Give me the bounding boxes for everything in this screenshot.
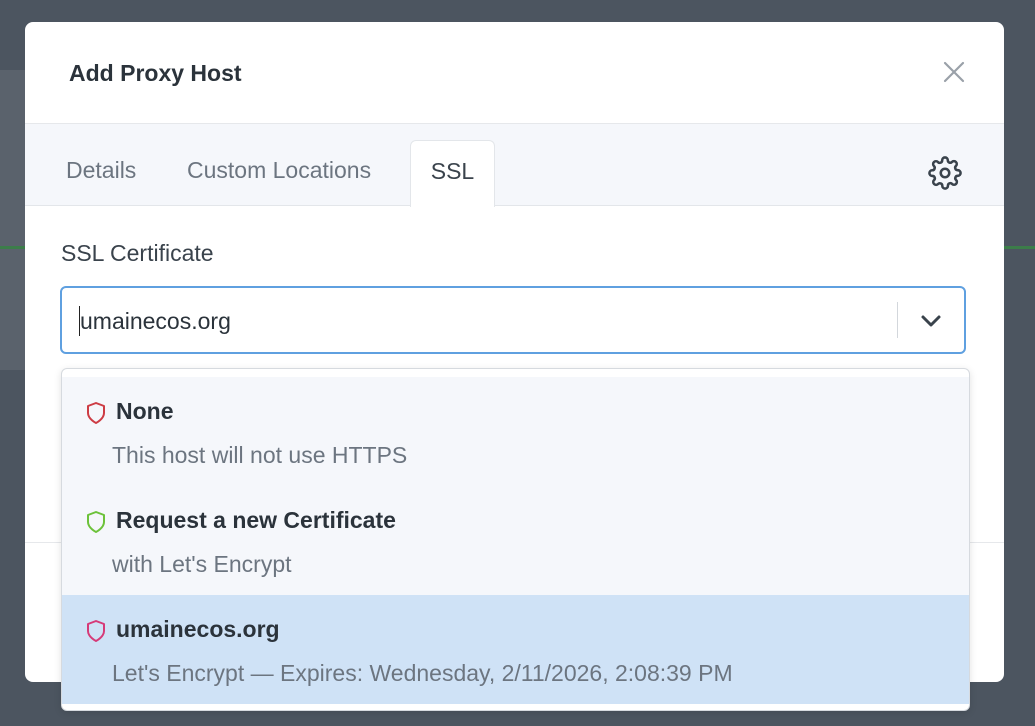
ssl-certificate-label: SSL Certificate xyxy=(61,240,214,266)
ssl-certificate-value[interactable]: umainecos.org xyxy=(80,308,231,335)
close-button[interactable] xyxy=(940,58,968,86)
gear-icon xyxy=(928,156,962,190)
dropdown-toggle[interactable] xyxy=(918,308,944,334)
advanced-settings-button[interactable] xyxy=(928,156,962,190)
option-none[interactable]: None This host will not use HTTPS xyxy=(62,377,969,486)
ssl-certificate-dropdown: None This host will not use HTTPS Reques… xyxy=(61,368,970,711)
option-title: None xyxy=(116,398,174,424)
close-icon xyxy=(943,61,965,83)
ssl-certificate-select[interactable]: umainecos.org xyxy=(60,286,966,354)
option-request-new-certificate[interactable]: Request a new Certificate with Let's Enc… xyxy=(62,486,969,595)
tab-ssl[interactable]: SSL xyxy=(410,140,495,207)
tab-custom-locations[interactable]: Custom Locations xyxy=(187,140,371,201)
modal-header: Add Proxy Host xyxy=(25,22,1004,124)
background-accent-line xyxy=(1004,246,1035,249)
option-umainecos-org[interactable]: umainecos.org Let's Encrypt — Expires: W… xyxy=(62,595,969,704)
chevron-down-icon xyxy=(921,315,941,327)
option-title: umainecos.org xyxy=(116,616,280,642)
option-subtitle: Let's Encrypt — Expires: Wednesday, 2/11… xyxy=(112,660,733,686)
shield-icon xyxy=(87,511,105,533)
tab-details[interactable]: Details xyxy=(66,140,136,201)
shield-icon xyxy=(87,402,105,424)
shield-icon xyxy=(87,620,105,642)
option-subtitle: with Let's Encrypt xyxy=(112,551,292,577)
select-separator xyxy=(897,302,898,338)
option-title: Request a new Certificate xyxy=(116,507,396,533)
option-subtitle: This host will not use HTTPS xyxy=(112,442,408,468)
tab-bar: Details Custom Locations SSL xyxy=(25,124,1004,207)
modal-title: Add Proxy Host xyxy=(69,60,242,86)
